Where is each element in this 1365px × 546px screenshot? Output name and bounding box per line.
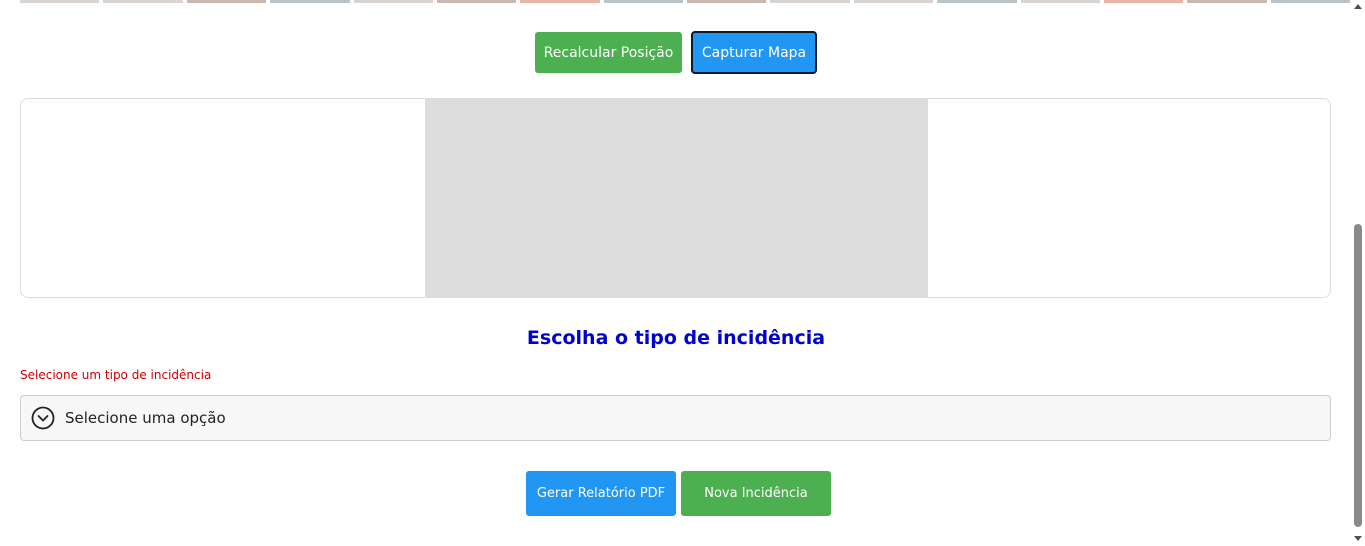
new-incidence-button[interactable]: Nova Incidência (681, 471, 831, 516)
capture-map-button[interactable]: Capturar Mapa (691, 31, 817, 74)
scroll-down-arrow-icon[interactable] (1354, 536, 1362, 541)
vertical-scrollbar[interactable] (1351, 0, 1365, 546)
thumbnail[interactable] (1020, 0, 1100, 3)
incidence-type-select[interactable]: Selecione uma opção (20, 395, 1331, 441)
thumbnail[interactable] (1103, 0, 1184, 3)
thumbnail[interactable] (937, 0, 1017, 3)
thumbnail[interactable] (20, 0, 100, 3)
map-image-placeholder (425, 99, 928, 297)
thumbnail[interactable] (186, 0, 267, 3)
incidence-error-message: Selecione um tipo de incidência (20, 368, 212, 382)
generate-pdf-report-button[interactable]: Gerar Relatório PDF (526, 471, 676, 516)
scrollbar-thumb[interactable] (1354, 224, 1362, 527)
thumbnail[interactable] (520, 0, 600, 3)
recalculate-position-button[interactable]: Recalcular Posição (535, 32, 682, 73)
image-thumbnails-strip (20, 0, 1350, 3)
thumbnail[interactable] (436, 0, 517, 3)
thumbnail[interactable] (603, 0, 683, 3)
select-placeholder-text: Selecione uma opção (65, 409, 226, 427)
map-container (20, 98, 1331, 298)
thumbnail[interactable] (1187, 0, 1267, 3)
chevron-down-circle-icon (31, 406, 55, 430)
thumbnail[interactable] (270, 0, 350, 3)
page: Recalcular Posição Capturar Mapa Escolha… (0, 0, 1365, 546)
thumbnail[interactable] (853, 0, 934, 3)
thumbnail[interactable] (770, 0, 850, 3)
thumbnail[interactable] (103, 0, 183, 3)
thumbnail[interactable] (687, 0, 767, 3)
scroll-up-arrow-icon[interactable] (1354, 4, 1362, 9)
thumbnail[interactable] (1270, 0, 1350, 3)
thumbnail[interactable] (353, 0, 433, 3)
incidence-type-title: Escolha o tipo de incidência (526, 327, 826, 349)
